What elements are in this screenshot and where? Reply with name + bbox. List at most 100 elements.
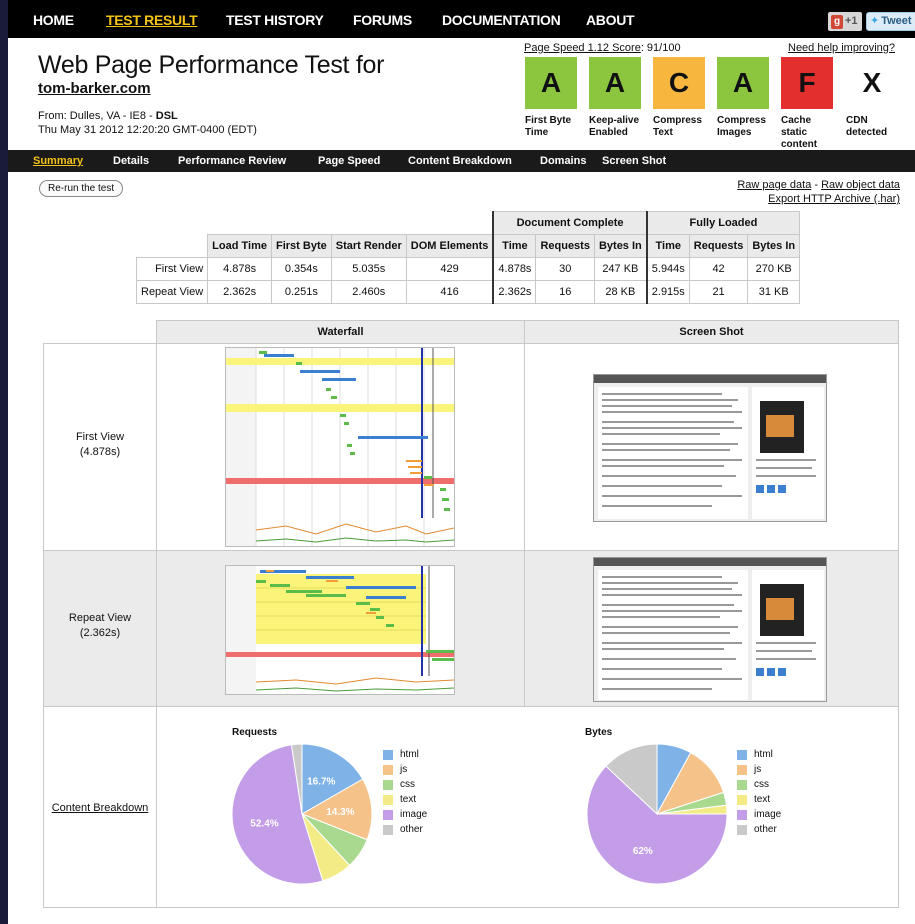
content-breakdown-link[interactable]: Content Breakdown bbox=[44, 801, 156, 816]
grade-letter: F bbox=[798, 67, 816, 98]
requests-pie-title: Requests bbox=[232, 727, 278, 738]
legend-item: html bbox=[737, 747, 781, 762]
tweet-button[interactable]: ✦ Tweet bbox=[866, 12, 915, 31]
need-help-link[interactable]: Need help improving? bbox=[788, 42, 895, 54]
legend-swatch bbox=[737, 749, 747, 760]
grade-label-compress-text: Compress Text bbox=[653, 115, 702, 138]
legend-swatch bbox=[383, 749, 393, 760]
nav-documentation[interactable]: DOCUMENTATION bbox=[442, 12, 561, 28]
grade-label-cdn: CDN detected bbox=[846, 115, 888, 138]
twitter-bird-icon: ✦ bbox=[870, 15, 880, 27]
page-title: Web Page Performance Test for bbox=[38, 51, 385, 79]
raw-page-data-link[interactable]: Raw page data bbox=[737, 179, 811, 191]
test-location-text: From: Dulles, VA - IE8 - bbox=[38, 110, 156, 122]
tab-summary[interactable]: Summary bbox=[33, 155, 83, 167]
test-location: From: Dulles, VA - IE8 - DSL bbox=[38, 110, 178, 122]
legend-swatch bbox=[383, 764, 393, 775]
legend-label: html bbox=[754, 749, 773, 760]
legend-item: text bbox=[737, 792, 781, 807]
table-cell: 4.878s bbox=[207, 257, 272, 281]
bytes-legend: html js css text image other bbox=[737, 747, 781, 837]
table-cell: 30 bbox=[535, 257, 595, 281]
first-view-waterfall-cell bbox=[156, 343, 525, 551]
grade-compress-images[interactable]: A bbox=[717, 57, 769, 109]
waterfall-thumbnail-first[interactable] bbox=[225, 347, 455, 547]
table-cell: 0.251s bbox=[270, 280, 332, 304]
connection-type: DSL bbox=[155, 110, 178, 122]
legend-item: image bbox=[737, 807, 781, 822]
tab-performance-review[interactable]: Performance Review bbox=[178, 155, 286, 167]
rerun-test-button[interactable]: Re-run the test bbox=[39, 180, 124, 197]
table-cell: 5.944s bbox=[645, 257, 690, 281]
group-header-row: Document Complete Fully Loaded bbox=[137, 211, 801, 235]
legend-label: js bbox=[754, 764, 762, 775]
tab-page-speed[interactable]: Page Speed bbox=[318, 155, 380, 167]
pagespeed-link[interactable]: Page Speed 1.12 Score bbox=[524, 42, 641, 54]
table-cell: 2.362s bbox=[492, 280, 537, 304]
table-cell: 2.915s bbox=[645, 280, 690, 304]
waterfall-header: Waterfall bbox=[156, 320, 525, 344]
tab-content-breakdown[interactable]: Content Breakdown bbox=[408, 155, 512, 167]
waterfall-thumbnail-repeat[interactable] bbox=[225, 565, 455, 695]
nav-test-history[interactable]: TEST HISTORY bbox=[226, 12, 324, 28]
table-cell: 16 bbox=[535, 280, 595, 304]
pie-label-html: 16.7% bbox=[307, 777, 335, 788]
table-cell: 2.460s bbox=[330, 280, 407, 304]
pagespeed-value: : 91/100 bbox=[640, 42, 681, 54]
table-cell: 4.878s bbox=[492, 257, 537, 281]
requests-pie-chart: 16.7% 14.3% 52.4% bbox=[231, 743, 373, 885]
col-full-requests: Requests bbox=[688, 234, 749, 258]
legend-label: other bbox=[400, 824, 423, 835]
google-plus-icon: g bbox=[831, 15, 843, 29]
tab-screen-shot[interactable]: Screen Shot bbox=[602, 155, 666, 167]
nav-about[interactable]: ABOUT bbox=[586, 12, 635, 28]
repeat-view-label-cell: Repeat View (2.362s) bbox=[43, 550, 157, 707]
legend-swatch bbox=[737, 824, 747, 835]
table-cell: 42 bbox=[688, 257, 749, 281]
raw-object-data-link[interactable]: Raw object data bbox=[821, 179, 900, 191]
grade-keep-alive[interactable]: A bbox=[589, 57, 641, 109]
legend-label: css bbox=[400, 779, 415, 790]
legend-item: html bbox=[383, 747, 427, 762]
row-label-first-view: First View bbox=[135, 257, 209, 281]
export-har-link[interactable]: Export HTTP Archive (.har) bbox=[768, 193, 900, 205]
nav-test-result[interactable]: TEST RESULT bbox=[106, 12, 198, 28]
grade-letter: A bbox=[540, 67, 562, 98]
col-dom-elements: DOM Elements bbox=[405, 234, 494, 258]
legend-label: js bbox=[400, 764, 408, 775]
legend-swatch bbox=[737, 809, 747, 820]
nav-home[interactable]: HOME bbox=[33, 12, 74, 28]
link-separator: - bbox=[811, 179, 822, 191]
google-plus-button[interactable]: g +1 bbox=[828, 12, 862, 31]
test-date: Thu May 31 2012 12:20:20 GMT-0400 (EDT) bbox=[38, 124, 257, 136]
table-cell: 270 KB bbox=[747, 257, 801, 281]
empty-cell bbox=[137, 212, 494, 235]
grade-cache-static[interactable]: F bbox=[781, 57, 833, 109]
first-view-label: First View (4.878s) bbox=[44, 430, 156, 460]
grade-compress-text[interactable]: C bbox=[653, 57, 705, 109]
col-start-render: Start Render bbox=[330, 234, 407, 258]
screenshot-thumbnail-first[interactable] bbox=[593, 374, 827, 522]
page-screenshot-repeat bbox=[594, 558, 826, 701]
legend-item: js bbox=[383, 762, 427, 777]
grade-first-byte[interactable]: A bbox=[525, 57, 577, 109]
tab-details[interactable]: Details bbox=[113, 155, 149, 167]
group-fully-loaded: Fully Loaded bbox=[645, 211, 801, 235]
screenshot-thumbnail-repeat[interactable] bbox=[593, 557, 827, 702]
nav-forums[interactable]: FORUMS bbox=[353, 12, 412, 28]
legend-item: other bbox=[383, 822, 427, 837]
first-view-screenshot-cell bbox=[524, 343, 899, 551]
tab-domains[interactable]: Domains bbox=[540, 155, 586, 167]
grade-cdn[interactable]: X bbox=[846, 57, 898, 109]
col-full-bytes: Bytes In bbox=[747, 234, 801, 258]
google-plus-label: +1 bbox=[845, 15, 858, 27]
column-header-row: Load Time First Byte Start Render DOM El… bbox=[137, 234, 801, 258]
requests-legend: html js css text image other bbox=[383, 747, 427, 837]
tested-site-link[interactable]: tom-barker.com bbox=[38, 80, 151, 97]
row-label-repeat-view: Repeat View bbox=[135, 280, 209, 304]
waterfall-chart-first bbox=[226, 348, 454, 546]
repeat-view-waterfall-cell bbox=[156, 550, 525, 707]
pie-label-image: 62% bbox=[633, 846, 653, 857]
legend-label: image bbox=[754, 809, 782, 820]
table-cell: 247 KB bbox=[593, 257, 648, 281]
